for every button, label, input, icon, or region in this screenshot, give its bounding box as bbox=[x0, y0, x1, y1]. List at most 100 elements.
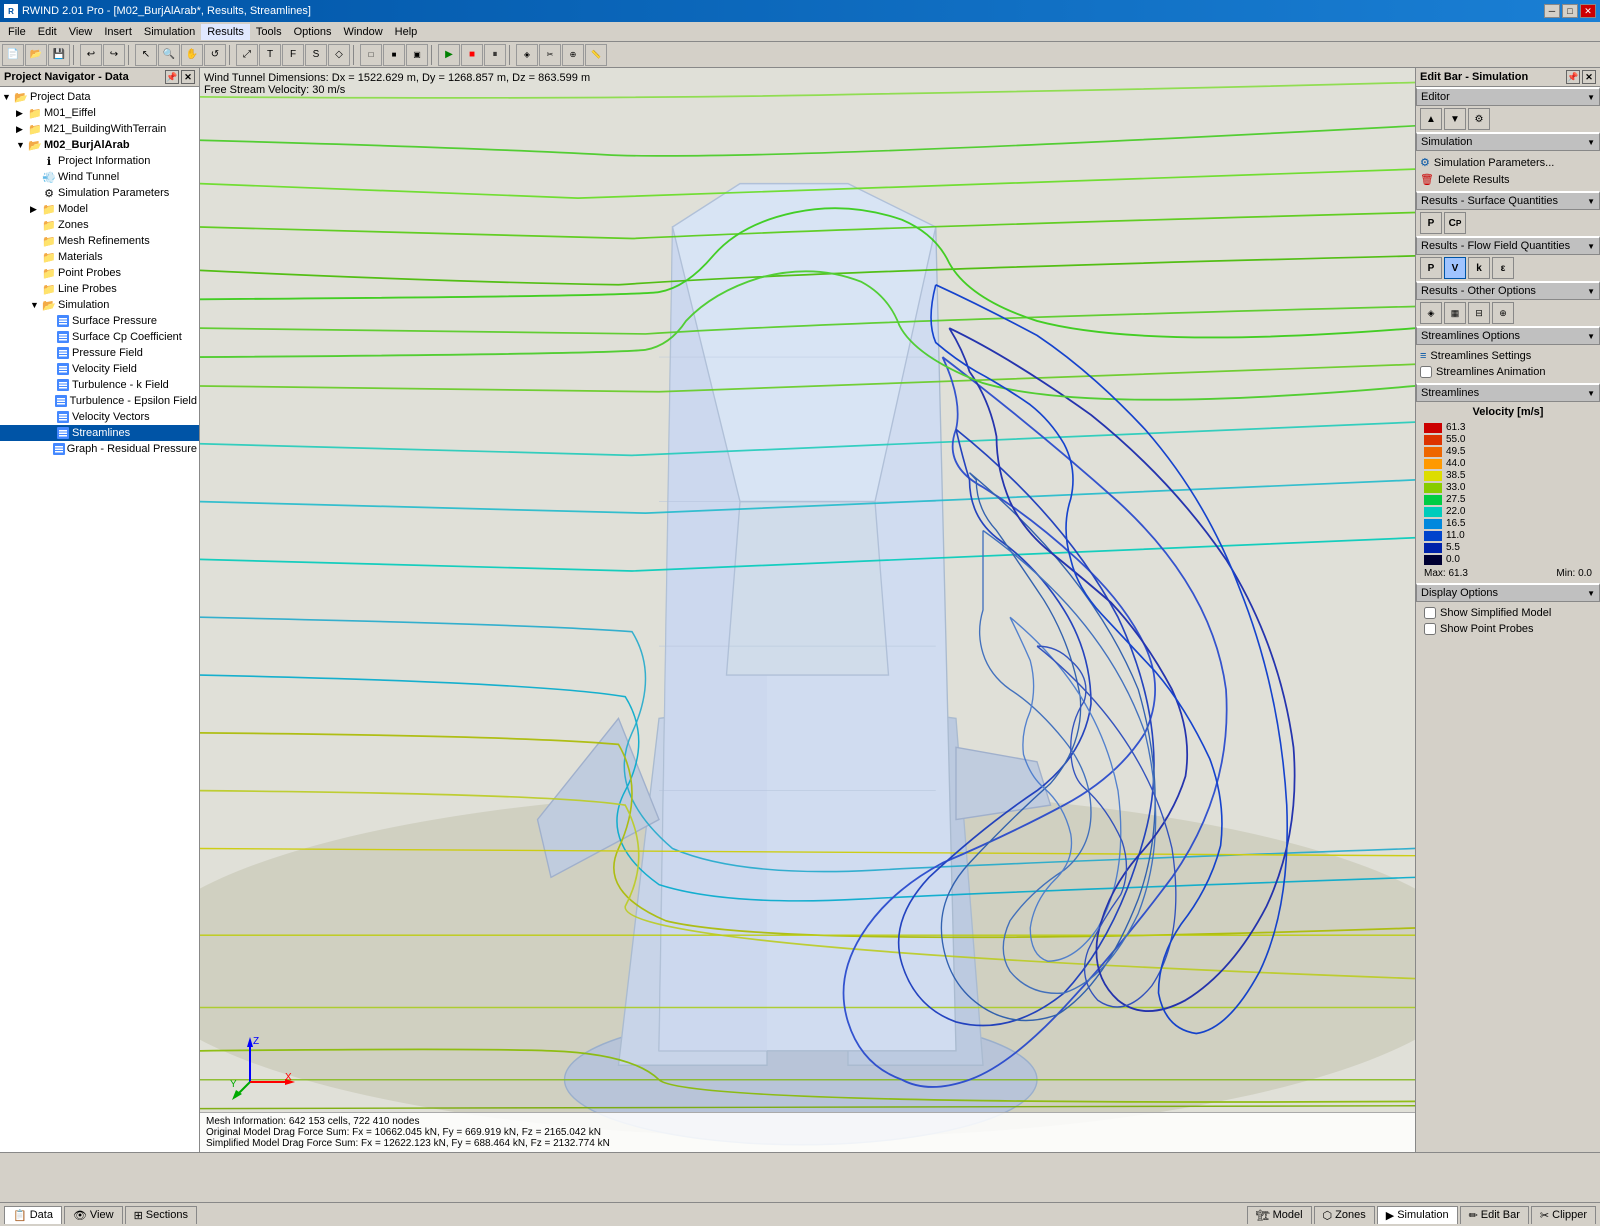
toolbar-measure[interactable]: 📏 bbox=[585, 44, 607, 66]
flow-v-button[interactable]: V bbox=[1444, 257, 1466, 279]
tree-item-simulation[interactable]: ▼📂Simulation bbox=[0, 297, 199, 313]
flow-e-button[interactable]: ε bbox=[1492, 257, 1514, 279]
toolbar-pan[interactable]: ✋ bbox=[181, 44, 203, 66]
panel-close-button[interactable]: ✕ bbox=[181, 70, 195, 84]
flow-k-button[interactable]: k bbox=[1468, 257, 1490, 279]
show-point-probes-checkbox[interactable] bbox=[1424, 623, 1436, 635]
bottom-tab-editbar[interactable]: ✏ Edit Bar bbox=[1460, 1206, 1529, 1224]
toolbar-zoom[interactable]: 🔍 bbox=[158, 44, 180, 66]
editor-btn-3[interactable]: ⚙ bbox=[1468, 108, 1490, 130]
minimize-button[interactable]: ─ bbox=[1544, 4, 1560, 18]
tree-item-simulation-parameters[interactable]: ⚙Simulation Parameters bbox=[0, 185, 199, 201]
panel-pin-button[interactable]: 📌 bbox=[165, 70, 179, 84]
streamlines-animation-checkbox[interactable] bbox=[1420, 366, 1432, 378]
probe-button[interactable]: ⊕ bbox=[1492, 302, 1514, 324]
display-options-header[interactable]: Display Options ▼ bbox=[1416, 583, 1600, 602]
tree-item-streamlines[interactable]: Streamlines bbox=[0, 425, 199, 441]
streamlines-animation-row[interactable]: Streamlines Animation bbox=[1420, 364, 1596, 380]
slice-button[interactable]: ⊟ bbox=[1468, 302, 1490, 324]
tree-item-project-data[interactable]: ▼📂Project Data bbox=[0, 89, 199, 105]
editor-btn-2[interactable]: ▼ bbox=[1444, 108, 1466, 130]
toolbar-front[interactable]: F bbox=[282, 44, 304, 66]
toolbar-undo[interactable]: ↩ bbox=[80, 44, 102, 66]
simulation-section-header[interactable]: Simulation ▼ bbox=[1416, 132, 1600, 151]
menu-simulation[interactable]: Simulation bbox=[138, 24, 201, 40]
tree-item-materials[interactable]: 📁Materials bbox=[0, 249, 199, 265]
close-button[interactable]: ✕ bbox=[1580, 4, 1596, 18]
toolbar-shade[interactable]: ▣ bbox=[406, 44, 428, 66]
toolbar-wireframe[interactable]: □ bbox=[360, 44, 382, 66]
tree-item-velocity-field[interactable]: Velocity Field bbox=[0, 361, 199, 377]
bottom-tab-model[interactable]: 🏗 Model bbox=[1247, 1206, 1312, 1224]
toolbar-new[interactable]: 📄 bbox=[2, 44, 24, 66]
show-point-probes-row[interactable]: Show Point Probes bbox=[1420, 621, 1596, 637]
toolbar-side[interactable]: S bbox=[305, 44, 327, 66]
bottom-tab-zones[interactable]: ⬡ Zones bbox=[1314, 1206, 1375, 1224]
other-options-header[interactable]: Results - Other Options ▼ bbox=[1416, 281, 1600, 300]
panel-header-controls[interactable]: 📌 ✕ bbox=[165, 70, 195, 84]
show-simplified-row[interactable]: Show Simplified Model bbox=[1420, 605, 1596, 621]
bottom-tab-clipper[interactable]: ✂ Clipper bbox=[1531, 1206, 1596, 1224]
show-simplified-checkbox[interactable] bbox=[1424, 607, 1436, 619]
viewport-svg[interactable] bbox=[200, 68, 1415, 1152]
tree-item-surface-cp-coefficient[interactable]: Surface Cp Coefficient bbox=[0, 329, 199, 345]
streamlines-options-header[interactable]: Streamlines Options ▼ bbox=[1416, 326, 1600, 345]
right-panel-pin[interactable]: 📌 bbox=[1566, 70, 1580, 84]
sim-params-row[interactable]: ⚙ Simulation Parameters... bbox=[1420, 154, 1596, 171]
toolbar-solid[interactable]: ■ bbox=[383, 44, 405, 66]
menu-insert[interactable]: Insert bbox=[98, 24, 138, 40]
toolbar-rotate[interactable]: ↺ bbox=[204, 44, 226, 66]
tree-item-graph---residual-pressure[interactable]: Graph - Residual Pressure bbox=[0, 441, 199, 457]
toolbar-fit[interactable]: ⤢ bbox=[236, 44, 258, 66]
tree-item-mesh-refinements[interactable]: 📁Mesh Refinements bbox=[0, 233, 199, 249]
toolbar-surface[interactable]: ◈ bbox=[516, 44, 538, 66]
bottom-tab-sections[interactable]: ⊞ Sections bbox=[125, 1206, 197, 1224]
contour-button[interactable]: ▦ bbox=[1444, 302, 1466, 324]
streamlines-legend-header[interactable]: Streamlines ▼ bbox=[1416, 383, 1600, 402]
tree-item-point-probes[interactable]: 📁Point Probes bbox=[0, 265, 199, 281]
surface-cp-button[interactable]: CP bbox=[1444, 212, 1466, 234]
toolbar-sim-stop[interactable]: ■ bbox=[461, 44, 483, 66]
menu-results[interactable]: Results bbox=[201, 24, 250, 40]
editor-btn-1[interactable]: ▲ bbox=[1420, 108, 1442, 130]
tree-item-m01_eiffel[interactable]: ▶📁M01_Eiffel bbox=[0, 105, 199, 121]
toolbar-select[interactable]: ↖ bbox=[135, 44, 157, 66]
tree-item-surface-pressure[interactable]: Surface Pressure bbox=[0, 313, 199, 329]
menu-tools[interactable]: Tools bbox=[250, 24, 288, 40]
flow-field-header[interactable]: Results - Flow Field Quantities ▼ bbox=[1416, 236, 1600, 255]
toolbar-sim-run[interactable]: ▶ bbox=[438, 44, 460, 66]
bottom-tab-simulation[interactable]: ▶ Simulation bbox=[1377, 1206, 1458, 1224]
surface-quantities-header[interactable]: Results - Surface Quantities ▼ bbox=[1416, 191, 1600, 210]
tree-item-velocity-vectors[interactable]: Velocity Vectors bbox=[0, 409, 199, 425]
tree-item-line-probes[interactable]: 📁Line Probes bbox=[0, 281, 199, 297]
toolbar-clip[interactable]: ✂ bbox=[539, 44, 561, 66]
toolbar-open[interactable]: 📂 bbox=[25, 44, 47, 66]
tree-item-m21_buildingwithterrain[interactable]: ▶📁M21_BuildingWithTerrain bbox=[0, 121, 199, 137]
viewport[interactable]: Wind Tunnel Dimensions: Dx = 1522.629 m,… bbox=[200, 68, 1415, 1152]
streamlines-settings-row[interactable]: ≡ Streamlines Settings bbox=[1420, 348, 1596, 364]
toolbar-iso[interactable]: ◇ bbox=[328, 44, 350, 66]
editor-section-header[interactable]: Editor ▼ bbox=[1416, 87, 1600, 106]
menu-view[interactable]: View bbox=[63, 24, 99, 40]
tree-item-model[interactable]: ▶📁Model bbox=[0, 201, 199, 217]
toolbar-sim-pause[interactable]: ⏸ bbox=[484, 44, 506, 66]
menu-help[interactable]: Help bbox=[389, 24, 424, 40]
tree-item-pressure-field[interactable]: Pressure Field bbox=[0, 345, 199, 361]
menu-edit[interactable]: Edit bbox=[32, 24, 63, 40]
menu-file[interactable]: File bbox=[2, 24, 32, 40]
bottom-tab-data[interactable]: 📋 Data bbox=[4, 1206, 62, 1224]
toolbar-redo[interactable]: ↪ bbox=[103, 44, 125, 66]
title-bar-controls[interactable]: ─ □ ✕ bbox=[1544, 4, 1596, 18]
bottom-tab-view[interactable]: 👁 View bbox=[64, 1206, 123, 1224]
surface-p-button[interactable]: P bbox=[1420, 212, 1442, 234]
right-panel-close[interactable]: ✕ bbox=[1582, 70, 1596, 84]
toolbar-probe[interactable]: ⊕ bbox=[562, 44, 584, 66]
tree-item-project-information[interactable]: ℹProject Information bbox=[0, 153, 199, 169]
menu-window[interactable]: Window bbox=[338, 24, 389, 40]
tree-item-zones[interactable]: 📁Zones bbox=[0, 217, 199, 233]
tree-item-wind-tunnel[interactable]: 💨Wind Tunnel bbox=[0, 169, 199, 185]
flow-p-button[interactable]: P bbox=[1420, 257, 1442, 279]
delete-results-row[interactable]: 🗑 Delete Results bbox=[1420, 171, 1596, 188]
maximize-button[interactable]: □ bbox=[1562, 4, 1578, 18]
menu-options[interactable]: Options bbox=[288, 24, 338, 40]
